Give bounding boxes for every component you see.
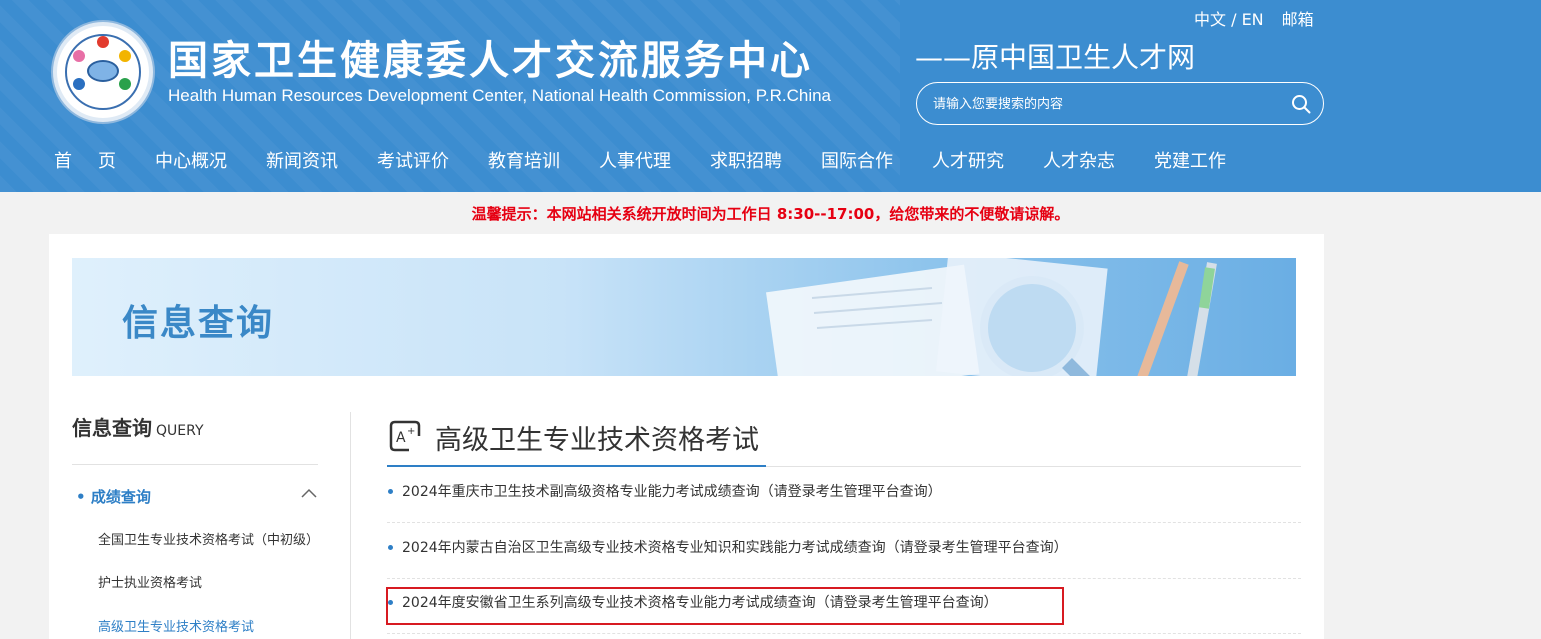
- list-bullet: [388, 600, 393, 605]
- nav-item-party[interactable]: 党建工作: [1154, 147, 1226, 173]
- org-name-cn: 国家卫生健康委人才交流服务中心: [168, 38, 813, 84]
- nav-item-research[interactable]: 人才研究: [932, 147, 1004, 173]
- nav-item-news[interactable]: 新闻资讯: [266, 147, 338, 173]
- nav-item-international[interactable]: 国际合作: [821, 147, 893, 173]
- main-panel: 信息查询 信息查询 QUERY • 成绩查询 全国卫生专业技术资格考试（中初级） …: [49, 234, 1324, 639]
- sidebar-item-nurse-exam[interactable]: 护士执业资格考试: [98, 572, 202, 591]
- list-bullet: [388, 545, 393, 550]
- nav-item-about[interactable]: 中心概况: [155, 147, 227, 173]
- sidebar-divider: [72, 464, 318, 465]
- main-nav: 首页 中心概况 新闻资讯 考试评价 教育培训 人事代理 求职招聘 国际合作 人才…: [54, 147, 1265, 173]
- list-item: 2024年内蒙古自治区卫生高级专业技术资格专业知识和实践能力考试成绩查询（请登录…: [387, 523, 1301, 579]
- list-item: 2024年度安徽省卫生系列高级专业技术资格专业能力考试成绩查询（请登录考生管理平…: [386, 578, 1301, 634]
- nav-item-jobs[interactable]: 求职招聘: [710, 147, 782, 173]
- chevron-up-icon[interactable]: [301, 488, 317, 498]
- page-banner: 信息查询: [72, 258, 1296, 376]
- result-link[interactable]: 2024年度安徽省卫生系列高级专业技术资格专业能力考试成绩查询（请登录考生管理平…: [402, 592, 998, 612]
- banner-title: 信息查询: [122, 303, 275, 344]
- sidebar-title-cn: 信息查询: [72, 416, 152, 440]
- sidebar-category-label: 成绩查询: [90, 488, 151, 506]
- nav-item-education[interactable]: 教育培训: [488, 147, 560, 173]
- column-divider: [350, 412, 351, 639]
- result-link[interactable]: 2024年重庆市卫生技术副高级资格专业能力考试成绩查询（请登录考生管理平台查询）: [402, 481, 942, 501]
- search-box: [916, 82, 1324, 125]
- notice-banner: 温馨提示：本网站相关系统开放时间为工作日 8:30--17:00，给您带来的不便…: [471, 205, 1070, 223]
- search-input[interactable]: [933, 93, 1273, 115]
- sidebar-item-national-exam[interactable]: 全国卫生专业技术资格考试（中初级）: [98, 529, 319, 548]
- top-links: 中文 / EN 邮箱: [1194, 6, 1314, 30]
- sidebar-title-en: QUERY: [156, 423, 204, 439]
- result-link[interactable]: 2024年内蒙古自治区卫生高级专业技术资格专业知识和实践能力考试成绩查询（请登录…: [402, 537, 1068, 557]
- nav-item-home[interactable]: 首页: [54, 147, 142, 173]
- organization-logo[interactable]: [53, 22, 153, 122]
- nav-item-personnel[interactable]: 人事代理: [599, 147, 671, 173]
- org-name-en: Health Human Resources Development Cente…: [168, 86, 831, 105]
- nav-item-exam[interactable]: 考试评价: [377, 147, 449, 173]
- language-switch[interactable]: 中文 / EN: [1194, 10, 1264, 29]
- svg-text:A: A: [396, 430, 406, 446]
- sidebar-category-scores[interactable]: • 成绩查询: [76, 486, 151, 507]
- content-title: 高级卫生专业技术资格考试: [435, 425, 759, 456]
- svg-text:+: +: [407, 426, 415, 437]
- search-icon[interactable]: [1291, 94, 1311, 114]
- sidebar-item-senior-exam[interactable]: 高级卫生专业技术资格考试: [98, 616, 254, 635]
- site-header: 国家卫生健康委人才交流服务中心 Health Human Resources D…: [0, 0, 1541, 192]
- nav-item-magazine[interactable]: 人才杂志: [1043, 147, 1115, 173]
- site-subtitle: ——原中国卫生人才网: [915, 41, 1196, 74]
- list-item: 2024年重庆市卫生技术副高级资格专业能力考试成绩查询（请登录考生管理平台查询）: [387, 467, 1301, 523]
- sidebar-title: 信息查询 QUERY: [72, 412, 318, 441]
- sidebar: 信息查询 QUERY • 成绩查询 全国卫生专业技术资格考试（中初级） 护士执业资…: [72, 412, 319, 635]
- list-bullet: [388, 489, 393, 494]
- exam-icon: A +: [389, 420, 421, 452]
- mail-link[interactable]: 邮箱: [1282, 10, 1314, 29]
